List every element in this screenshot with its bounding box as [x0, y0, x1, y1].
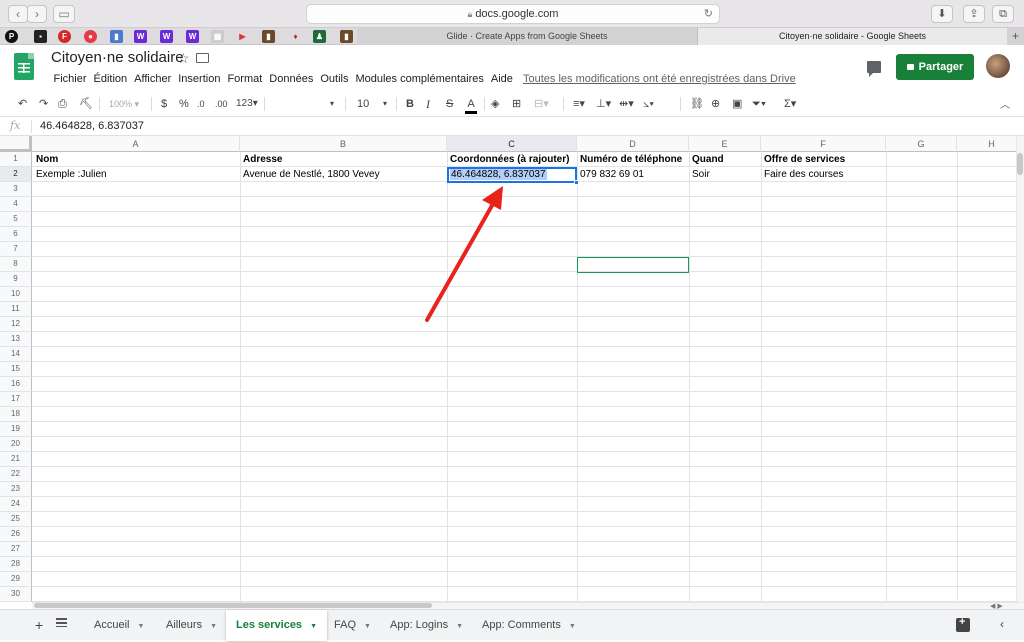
annotation-arrow — [425, 186, 503, 322]
caret-down-icon: ▼ — [568, 623, 576, 630]
sheet-tab-bar: + Accueil ▼ Ailleurs ▼ Les services ▼ FAQ ▼ … — [0, 609, 1024, 641]
sheet-tab-label: Ailleurs — [166, 619, 203, 631]
explore-icon[interactable] — [956, 616, 970, 632]
sheet-tab-label: App: Comments — [482, 619, 561, 631]
sheet-tab-label: Accueil — [94, 619, 130, 631]
caret-down-icon: ▼ — [456, 623, 464, 630]
sheet-tab-les-services[interactable]: Les services ▼ — [226, 610, 327, 641]
sheet-tab-accueil[interactable]: Accueil ▼ — [84, 610, 154, 641]
add-sheet-icon[interactable]: + — [35, 617, 43, 633]
sheet-tab-app-logins[interactable]: App: Logins ▼ — [380, 610, 473, 641]
arrow-shaft — [425, 200, 496, 322]
sheet-tab-faq[interactable]: FAQ ▼ — [324, 610, 381, 641]
sheet-tab-label: FAQ — [334, 619, 357, 631]
all-sheets-icon[interactable] — [56, 618, 67, 627]
horizontal-scroll-thumb[interactable] — [34, 603, 432, 608]
sheet-tab-app-comments[interactable]: App: Comments ▼ — [472, 610, 586, 641]
caret-down-icon: ▼ — [210, 623, 218, 630]
caret-down-icon: ▼ — [310, 623, 317, 630]
vertical-scrollbar[interactable] — [1016, 136, 1024, 602]
sheet-tab-label: Les services — [236, 619, 303, 631]
sheet-tab-ailleurs[interactable]: Ailleurs ▼ — [156, 610, 227, 641]
caret-down-icon: ▼ — [137, 623, 145, 630]
caret-down-icon: ▼ — [364, 623, 371, 630]
collapse-side-panel-icon[interactable]: ‹ — [1000, 617, 1004, 631]
sheet-tab-label: App: Logins — [390, 619, 449, 631]
vertical-scroll-thumb[interactable] — [1017, 153, 1023, 175]
